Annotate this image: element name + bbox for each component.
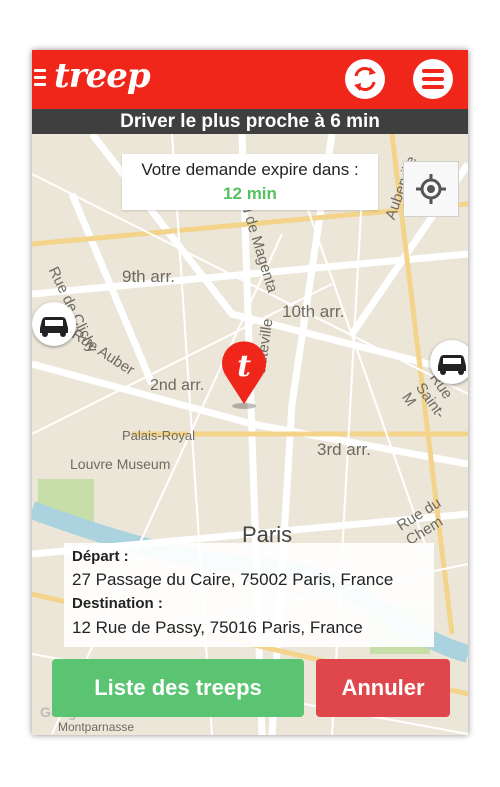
depart-value: 27 Passage du Caire, 75002 Paris, France: [72, 570, 394, 589]
app-logo: treep: [54, 56, 151, 96]
cancel-button[interactable]: Annuler: [316, 659, 450, 717]
svg-text:t: t: [237, 349, 251, 384]
map-label-10th-arr: 10th arr.: [282, 302, 345, 321]
car-marker-icon[interactable]: [430, 340, 468, 384]
address-card: Départ : 27 Passage du Caire, 75002 Pari…: [64, 543, 434, 647]
map-label-montparnasse: Montparnasse: [58, 720, 135, 734]
destination-value: 12 Rue de Passy, 75016 Paris, France: [72, 618, 363, 637]
map-label-2nd-arr: 2nd arr.: [150, 377, 205, 394]
map-label-3rd-arr: 3rd arr.: [317, 440, 371, 459]
car-marker-icon[interactable]: [32, 302, 76, 346]
list-treeps-button[interactable]: Liste des treeps: [52, 659, 304, 717]
phone-screen: treep Driver le plus proche à 6 min Rue …: [32, 50, 468, 735]
expiry-time: 12 min: [223, 184, 277, 203]
map-label-9th-arr: 9th arr.: [122, 267, 175, 286]
locate-me-icon[interactable]: [403, 161, 459, 217]
drawer-menu-icon[interactable]: [34, 69, 46, 87]
swap-arrows-icon[interactable]: [345, 59, 385, 99]
map-label-palais-royal: Palais-Royal: [122, 428, 195, 443]
expiry-label: Votre demande expire dans :: [141, 160, 359, 179]
top-bar: treep: [32, 50, 468, 109]
hamburger-menu-icon[interactable]: [413, 59, 453, 99]
map-label-louvre: Louvre Museum: [70, 456, 171, 472]
nearest-driver-status: Driver le plus proche à 6 min: [32, 109, 468, 134]
treep-pin-icon: t: [218, 338, 270, 410]
request-expiry-card: Votre demande expire dans : 12 min: [122, 154, 378, 210]
destination-label: Destination :: [72, 595, 163, 612]
depart-label: Départ :: [72, 548, 129, 565]
